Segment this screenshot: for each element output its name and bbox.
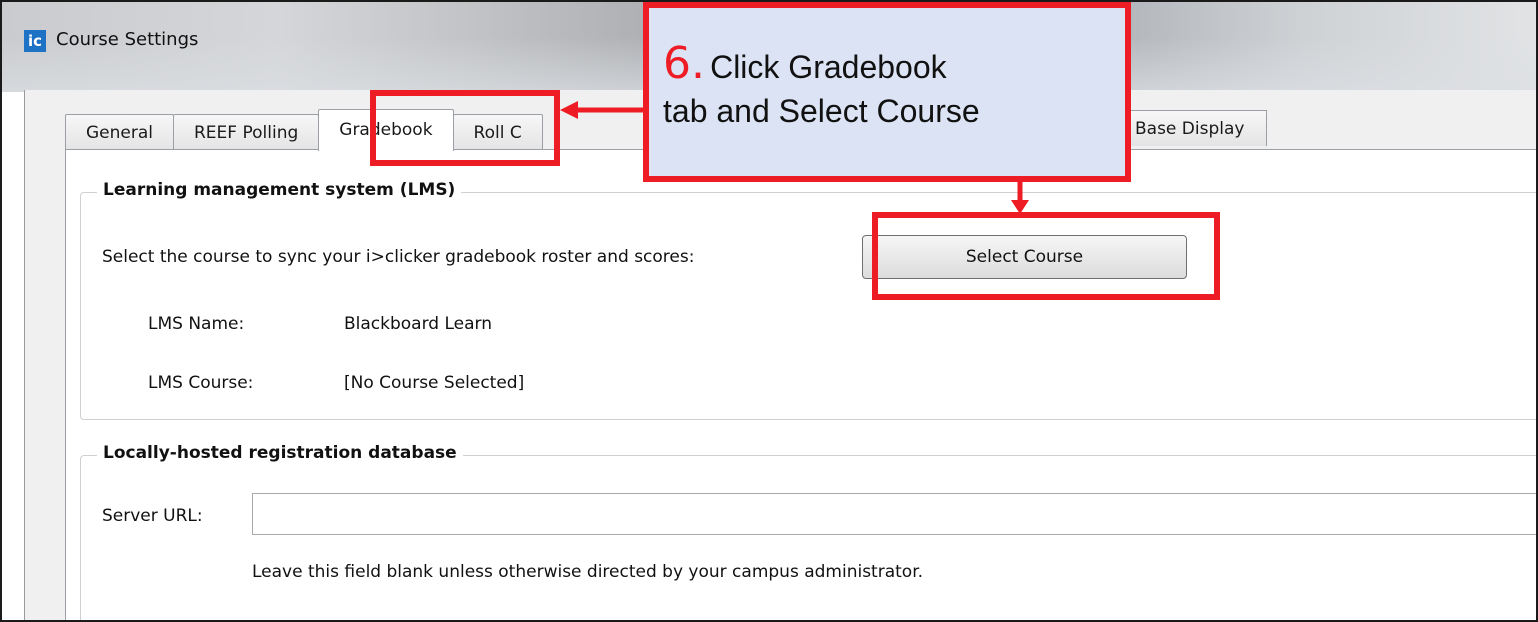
lms-prompt: Select the course to sync your i>clicker… xyxy=(102,247,695,267)
registration-group: Locally-hosted registration database xyxy=(80,443,1536,620)
lms-course-value: [No Course Selected] xyxy=(344,373,525,393)
callout-line-1: Click Gradebook xyxy=(710,49,947,85)
window: ic Course Settings General REEF Polling … xyxy=(0,0,1538,622)
lms-name-label: LMS Name: xyxy=(148,314,245,334)
lms-name-value: Blackboard Learn xyxy=(344,314,493,334)
server-url-label: Server URL: xyxy=(102,506,203,526)
server-url-input[interactable] xyxy=(252,493,1536,535)
callout-line-2: tab and Select Course xyxy=(663,93,980,129)
window-title: Course Settings xyxy=(56,29,199,50)
server-url-hint: Leave this field blank unless otherwise … xyxy=(252,562,924,582)
lms-course-label: LMS Course: xyxy=(148,373,254,393)
instruction-callout: 6. Click Gradebook tab and Select Course xyxy=(643,2,1131,182)
callout-step-number: 6. xyxy=(663,38,705,89)
lms-group: Learning management system (LMS) xyxy=(80,180,1536,420)
gradebook-tab-highlight xyxy=(370,90,560,166)
tab-base-display[interactable]: Base Display xyxy=(1128,110,1268,146)
app-icon: ic xyxy=(24,30,46,52)
select-course-highlight xyxy=(872,212,1220,300)
tab-general[interactable]: General xyxy=(65,114,174,150)
gradebook-panel: Learning management system (LMS) Select … xyxy=(65,149,1536,620)
registration-group-legend: Locally-hosted registration database xyxy=(97,443,463,463)
lms-group-legend: Learning management system (LMS) xyxy=(97,180,462,200)
tab-reef-polling[interactable]: REEF Polling xyxy=(173,114,320,150)
